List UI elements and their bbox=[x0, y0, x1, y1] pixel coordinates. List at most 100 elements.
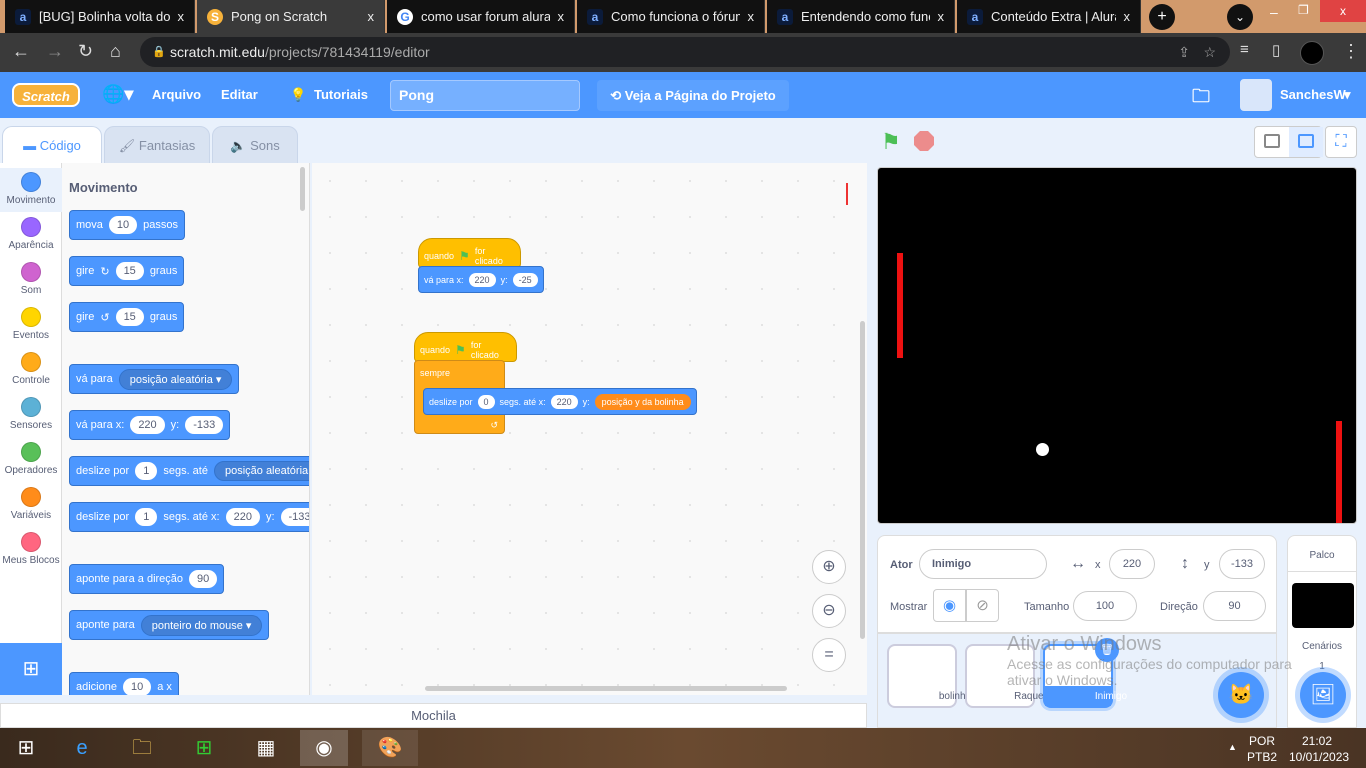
new-tab-button[interactable]: + bbox=[1149, 4, 1175, 30]
forward-icon[interactable]: → bbox=[46, 41, 64, 62]
category-sensores[interactable]: Sensores bbox=[0, 393, 62, 437]
block-glide-to[interactable]: deslize por 1 segs. até posição aleatória bbox=[69, 456, 309, 486]
normal-stage-button[interactable] bbox=[1289, 127, 1323, 157]
block-change-x[interactable]: adicione 10 a x bbox=[69, 672, 179, 695]
sprite-thumb-raquete[interactable]: Raquete bbox=[965, 644, 1052, 708]
steps-input[interactable]: 10 bbox=[108, 216, 138, 234]
category-variáveis[interactable]: Variáveis bbox=[0, 483, 62, 527]
home-icon[interactable]: ⌂ bbox=[110, 41, 121, 62]
vertical-scrollbar[interactable] bbox=[860, 321, 865, 639]
block-goto[interactable]: vá para posição aleatória ▾ bbox=[69, 364, 240, 394]
browser-menu-icon[interactable]: ⋮ bbox=[1342, 41, 1360, 62]
goto-dropdown[interactable]: posição aleatória ▾ bbox=[118, 368, 233, 390]
show-eye-button[interactable]: ◉ bbox=[933, 589, 966, 622]
category-movimento[interactable]: Movimento bbox=[0, 168, 62, 212]
sprite-thumb-inimigo[interactable]: Inimigo 🗑 bbox=[1043, 638, 1127, 708]
small-stage-icon[interactable] bbox=[1264, 134, 1280, 148]
minimize-icon[interactable]: – bbox=[1270, 4, 1278, 20]
calculator-icon[interactable]: ▦ bbox=[242, 730, 290, 766]
zoom-in-button[interactable]: ⊕ bbox=[812, 550, 846, 584]
stage-thumbnail[interactable] bbox=[1292, 583, 1354, 628]
back-icon[interactable]: ← bbox=[12, 41, 30, 62]
category-controle[interactable]: Controle bbox=[0, 348, 62, 392]
menu-edit[interactable]: Editar bbox=[221, 87, 258, 102]
glide-dropdown[interactable]: posição aleatória bbox=[213, 461, 309, 481]
user-avatar[interactable] bbox=[1240, 79, 1272, 111]
add-backdrop-button[interactable]: 🖼 bbox=[1300, 672, 1346, 718]
zoom-reset-button[interactable]: = bbox=[812, 638, 846, 672]
script-area[interactable]: quando ⚑ for clicado vá para x: 220 y: -25 qu… bbox=[312, 163, 867, 695]
store-icon[interactable]: ⊞ bbox=[180, 730, 228, 766]
block-turn-right[interactable]: gire ↻ 15 graus bbox=[69, 256, 185, 286]
chevron-down-icon[interactable]: ▾ bbox=[1344, 87, 1351, 103]
point-dropdown[interactable]: ponteiro do mouse ▾ bbox=[140, 614, 263, 636]
add-sprite-button[interactable]: 🐱 bbox=[1218, 672, 1264, 718]
file-explorer-icon[interactable]: 🗀 bbox=[118, 730, 166, 766]
close-tab-icon[interactable]: x bbox=[558, 9, 565, 24]
when-flag-clicked-hat[interactable]: quando ⚑ for clicado bbox=[418, 238, 521, 268]
browser-tab[interactable]: Gcomo usar forum alura x bbox=[387, 0, 575, 33]
profile-avatar[interactable] bbox=[1300, 41, 1324, 65]
block-turn-left[interactable]: gire ↺ 15 graus bbox=[69, 302, 185, 332]
sprite-thumb-bolinha[interactable]: bolinha bbox=[887, 644, 971, 708]
side-panel-icon[interactable]: ▯ bbox=[1272, 41, 1280, 59]
browser-tab[interactable]: a [BUG] Bolinha volta do x bbox=[5, 0, 195, 33]
menu-file[interactable]: Arquivo bbox=[152, 87, 201, 102]
direction-input[interactable]: 90 bbox=[1203, 591, 1266, 621]
tab-sounds[interactable]: 🔈 Sons bbox=[212, 126, 298, 164]
share-icon[interactable]: ⇪ bbox=[1178, 37, 1190, 67]
see-project-page-button[interactable]: ⟲ Veja a Página do Projeto bbox=[597, 80, 789, 111]
project-title-input[interactable]: Pong bbox=[390, 80, 580, 111]
browser-tab[interactable]: a Como funciona o fórum x bbox=[577, 0, 765, 33]
internet-explorer-icon[interactable]: e bbox=[58, 730, 106, 766]
browser-tab-active[interactable]: S Pong on Scratch x bbox=[197, 0, 385, 33]
hide-eye-button[interactable]: ⊘ bbox=[966, 589, 999, 622]
stage-canvas[interactable] bbox=[877, 167, 1357, 524]
category-meus-blocos[interactable]: Meus Blocos bbox=[0, 528, 62, 572]
stage-selector[interactable]: Palco Cenários 1 🖼 bbox=[1287, 535, 1357, 728]
category-aparência[interactable]: Aparência bbox=[0, 213, 62, 257]
y-input[interactable]: -133 bbox=[1219, 549, 1265, 579]
menu-tutorials[interactable]: Tutoriais bbox=[314, 87, 368, 102]
green-flag-icon[interactable]: ⚑ bbox=[881, 129, 901, 155]
delete-sprite-icon[interactable]: 🗑 bbox=[1095, 638, 1119, 662]
close-window-icon[interactable]: x bbox=[1320, 0, 1366, 22]
browser-tab[interactable]: a Entendendo como func x bbox=[767, 0, 955, 33]
tab-costumes[interactable]: 🖌 Fantasias bbox=[104, 126, 210, 164]
block-point-towards[interactable]: aponte para ponteiro do mouse ▾ bbox=[69, 610, 270, 640]
browser-tab[interactable]: a Conteúdo Extra | Alura x bbox=[957, 0, 1141, 33]
category-operadores[interactable]: Operadores bbox=[0, 438, 62, 482]
url-bar[interactable]: 🔒 scratch.mit.edu/projects/781434119/edit… bbox=[140, 37, 1230, 67]
reading-list-icon[interactable]: ≡ bbox=[1240, 41, 1249, 58]
close-tab-icon[interactable]: x bbox=[938, 9, 945, 24]
windows-start-icon[interactable]: ⊞ bbox=[2, 730, 50, 766]
block-goto-xy[interactable]: vá para x: 220 y: -25 bbox=[418, 266, 544, 293]
size-input[interactable]: 100 bbox=[1073, 591, 1137, 621]
when-flag-clicked-hat[interactable]: quando ⚑ for clicado bbox=[414, 332, 517, 362]
x-input[interactable]: 220 bbox=[1109, 549, 1155, 579]
my-stuff-folder-icon[interactable]: 🗀 bbox=[1192, 84, 1210, 114]
tab-code[interactable]: ▬ Código bbox=[2, 126, 102, 166]
block-move-steps[interactable]: mova 10 passos bbox=[69, 210, 186, 240]
reload-icon[interactable]: ↻ bbox=[78, 41, 93, 62]
add-extension-button[interactable]: ⊞ bbox=[0, 643, 62, 695]
paint-icon[interactable]: 🎨 bbox=[362, 730, 418, 766]
palette-scrollbar[interactable] bbox=[300, 167, 305, 211]
block-glide-xy[interactable]: deslize por 1 segs. até x: 220 y: -133 bbox=[69, 502, 309, 532]
tray-expand-icon[interactable]: ▲ bbox=[1228, 742, 1237, 752]
close-tab-icon[interactable]: x bbox=[1124, 9, 1131, 24]
close-tab-icon[interactable]: x bbox=[368, 9, 375, 24]
restore-icon[interactable]: ❐ bbox=[1298, 3, 1309, 17]
category-eventos[interactable]: Eventos bbox=[0, 303, 62, 347]
stop-icon[interactable] bbox=[914, 131, 934, 151]
block-goto-xy[interactable]: vá para x: 220 y: -133 bbox=[69, 410, 231, 440]
bookmark-star-icon[interactable]: ☆ bbox=[1203, 37, 1216, 67]
scratch-logo[interactable]: Scratch bbox=[12, 83, 80, 107]
category-som[interactable]: Som bbox=[0, 258, 62, 302]
sensing-reporter[interactable]: posição y da bolinha bbox=[594, 393, 691, 410]
chrome-icon[interactable]: ◉ bbox=[300, 730, 348, 766]
horizontal-scrollbar[interactable] bbox=[425, 686, 787, 691]
block-glide-xy[interactable]: deslize por 0 segs. até x: 220 y: posição y d… bbox=[423, 388, 697, 415]
language-globe-icon[interactable]: 🌐▾ bbox=[102, 84, 133, 105]
backpack[interactable]: Mochila bbox=[0, 703, 867, 728]
